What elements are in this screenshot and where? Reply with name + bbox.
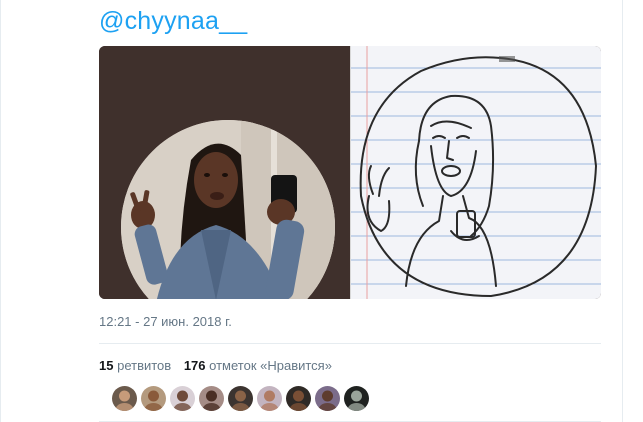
liker-avatar-8[interactable] [315, 386, 340, 411]
pencil-sketch-image [351, 46, 601, 299]
liker-avatar-7[interactable] [286, 386, 311, 411]
tweet-timestamp[interactable]: 12:21 - 27 июн. 2018 г. [99, 313, 232, 331]
liker-avatar-9[interactable] [344, 386, 369, 411]
retweets-count: 15 [99, 358, 114, 373]
tweet-frame-border-left [0, 0, 1, 422]
likes-stat[interactable]: 176 отметок «Нравится» [184, 358, 332, 373]
likes-count: 176 [183, 358, 206, 373]
media-drawing-right[interactable] [350, 46, 601, 299]
liker-avatar-1[interactable] [112, 386, 137, 411]
liker-avatar-4[interactable] [199, 386, 224, 411]
liker-avatar-5[interactable] [228, 386, 253, 411]
tweet-handle-link[interactable]: @chyynaa__ [99, 3, 247, 39]
liker-avatar-3[interactable] [170, 386, 195, 411]
tweet-page: @chyynaa__ 12:21 - 27 июн. 2018 г. 15 ре… [0, 0, 643, 422]
retweets-stat[interactable]: 15 ретвитов [99, 358, 175, 373]
likes-label: отметок «Нравится» [209, 358, 332, 373]
liker-avatar-2[interactable] [141, 386, 166, 411]
liker-avatar-6[interactable] [257, 386, 282, 411]
selfie-photo-image [121, 120, 335, 299]
retweets-label: ретвитов [117, 358, 172, 373]
divider-top [99, 343, 601, 344]
tweet-frame-border-right [622, 0, 623, 422]
liker-avatars-list [112, 386, 369, 411]
tweet-stats: 15 ретвитов 176 отметок «Нравится» [99, 357, 332, 375]
tweet-media[interactable] [99, 46, 601, 299]
media-photo-left[interactable] [99, 46, 350, 299]
